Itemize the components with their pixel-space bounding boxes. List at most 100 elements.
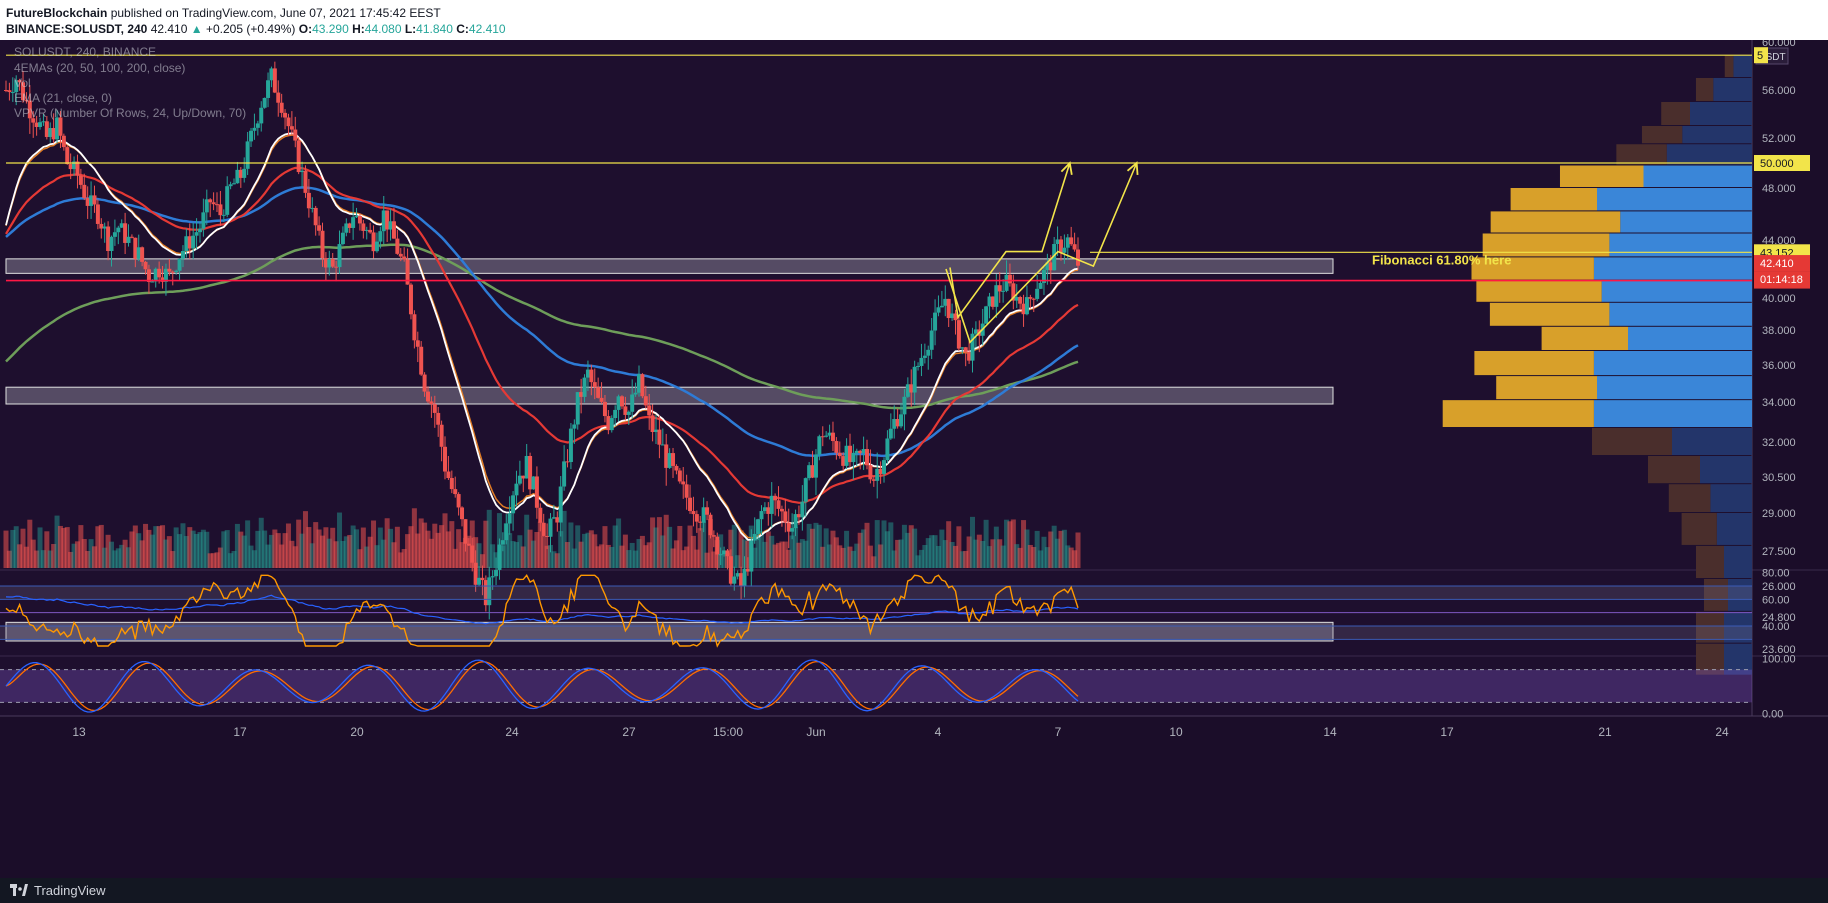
candle-body (793, 514, 798, 529)
candle-body (378, 231, 383, 242)
candle-body (337, 244, 342, 268)
candle-body (963, 347, 968, 352)
time-tick-label: 21 (1598, 725, 1612, 739)
vpvr-bar-up (1710, 484, 1752, 512)
candle-body (830, 432, 835, 442)
brand-name[interactable]: TradingView (34, 883, 106, 898)
candle-body (272, 68, 277, 93)
author-name[interactable]: FutureBlockchain (6, 6, 107, 20)
candle-body (201, 212, 206, 229)
price-chart-svg[interactable]: 60.00056.00052.00048.00044.00040.00038.0… (0, 40, 1828, 878)
candle-body (766, 507, 771, 514)
candle-body (283, 112, 288, 118)
candle-body (742, 568, 747, 586)
candle-body (34, 122, 39, 127)
candle-body (1014, 297, 1019, 301)
candle-body (705, 507, 710, 515)
candle-body (1031, 298, 1036, 300)
volume-bar (1075, 532, 1081, 568)
candle-body (528, 455, 533, 490)
candle-body (408, 284, 413, 315)
candle-body (902, 396, 907, 415)
vpvr-bar-down (1496, 376, 1597, 400)
candle-body (1004, 274, 1009, 291)
candle-body (807, 465, 812, 479)
vpvr-bar-up (1609, 302, 1752, 326)
candle-body (374, 241, 379, 252)
candle-body (174, 270, 179, 272)
time-tick-label: 10 (1169, 725, 1183, 739)
close-label: C: (456, 22, 469, 36)
candle-body (909, 384, 914, 393)
candle-body (109, 236, 114, 252)
candle-body (235, 169, 240, 184)
candle-body (912, 366, 917, 393)
candle-body (636, 374, 641, 393)
candle-body (575, 392, 580, 425)
candle-body (266, 80, 271, 98)
candle-body (259, 107, 264, 124)
candle-body (762, 507, 767, 512)
candle-body (116, 227, 121, 233)
candle-body (824, 435, 829, 437)
legend-item[interactable]: Vol (14, 76, 31, 90)
vpvr-bar-up (1593, 257, 1752, 280)
candle-body (1048, 262, 1053, 271)
candle-body (1062, 247, 1067, 253)
vpvr-bar-down (1474, 351, 1594, 376)
candle-body (929, 330, 934, 350)
candle-body (950, 313, 955, 319)
vpvr-bar-down (1592, 428, 1672, 455)
open-label: O: (298, 22, 313, 36)
candle-body (660, 444, 665, 446)
candle-body (364, 229, 369, 231)
candle-body (817, 436, 822, 455)
stoch-tick-label: 0.00 (1762, 708, 1783, 720)
candle-body (613, 409, 618, 419)
candle-body (875, 468, 880, 481)
legend-item[interactable]: 4EMAs (20, 50, 100, 200, close) (14, 61, 185, 75)
vpvr-bar-down (1510, 188, 1597, 211)
stoch-band (0, 669, 1752, 703)
candle-body (262, 97, 267, 108)
candle-body (511, 495, 516, 514)
vpvr-bar-up (1601, 280, 1752, 302)
vpvr-bar-up (1716, 513, 1752, 545)
candle-body (232, 183, 237, 185)
candle-body (371, 232, 376, 252)
legend-title: SOLUSDT, 240, BINANCE (14, 45, 156, 59)
candle-body (990, 296, 995, 307)
price-axis-badge-label: 50.000 (1760, 158, 1794, 170)
candle-body (150, 281, 155, 283)
candle-body (739, 573, 744, 586)
vpvr-bar-up (1713, 78, 1752, 101)
vpvr-bar-down (1661, 102, 1690, 125)
candle-body (44, 121, 49, 137)
candle-body (1035, 288, 1040, 299)
candle-body (548, 518, 553, 537)
legend-item[interactable]: VPVR (Number Of Rows, 24, Up/Down, 70) (14, 106, 246, 120)
candle-body (460, 507, 465, 520)
candle-body (626, 411, 631, 415)
candle-body (691, 511, 696, 515)
chart-area[interactable]: 60.000 56.000 52.000 48.000 44.000 40.000 38.0… (0, 40, 1828, 878)
candle-body (514, 483, 519, 496)
candle-body (946, 298, 951, 319)
candle-body (919, 357, 924, 366)
time-tick-label: 24 (505, 725, 519, 739)
candle-body (313, 207, 318, 226)
candle-body (99, 223, 104, 229)
candle-body (878, 468, 883, 474)
candle-body (65, 147, 70, 165)
candle-body (933, 312, 938, 331)
candle-body (565, 461, 570, 463)
candle-body (126, 236, 131, 243)
candle-body (58, 117, 63, 136)
candle-body (994, 285, 999, 307)
candle-body (51, 128, 56, 140)
candle-body (997, 285, 1002, 292)
vpvr-bar-up (1700, 456, 1752, 484)
low-label: L: (404, 22, 417, 36)
legend-item[interactable]: EMA (21, close, 0) (14, 91, 112, 105)
candle-body (623, 406, 628, 415)
